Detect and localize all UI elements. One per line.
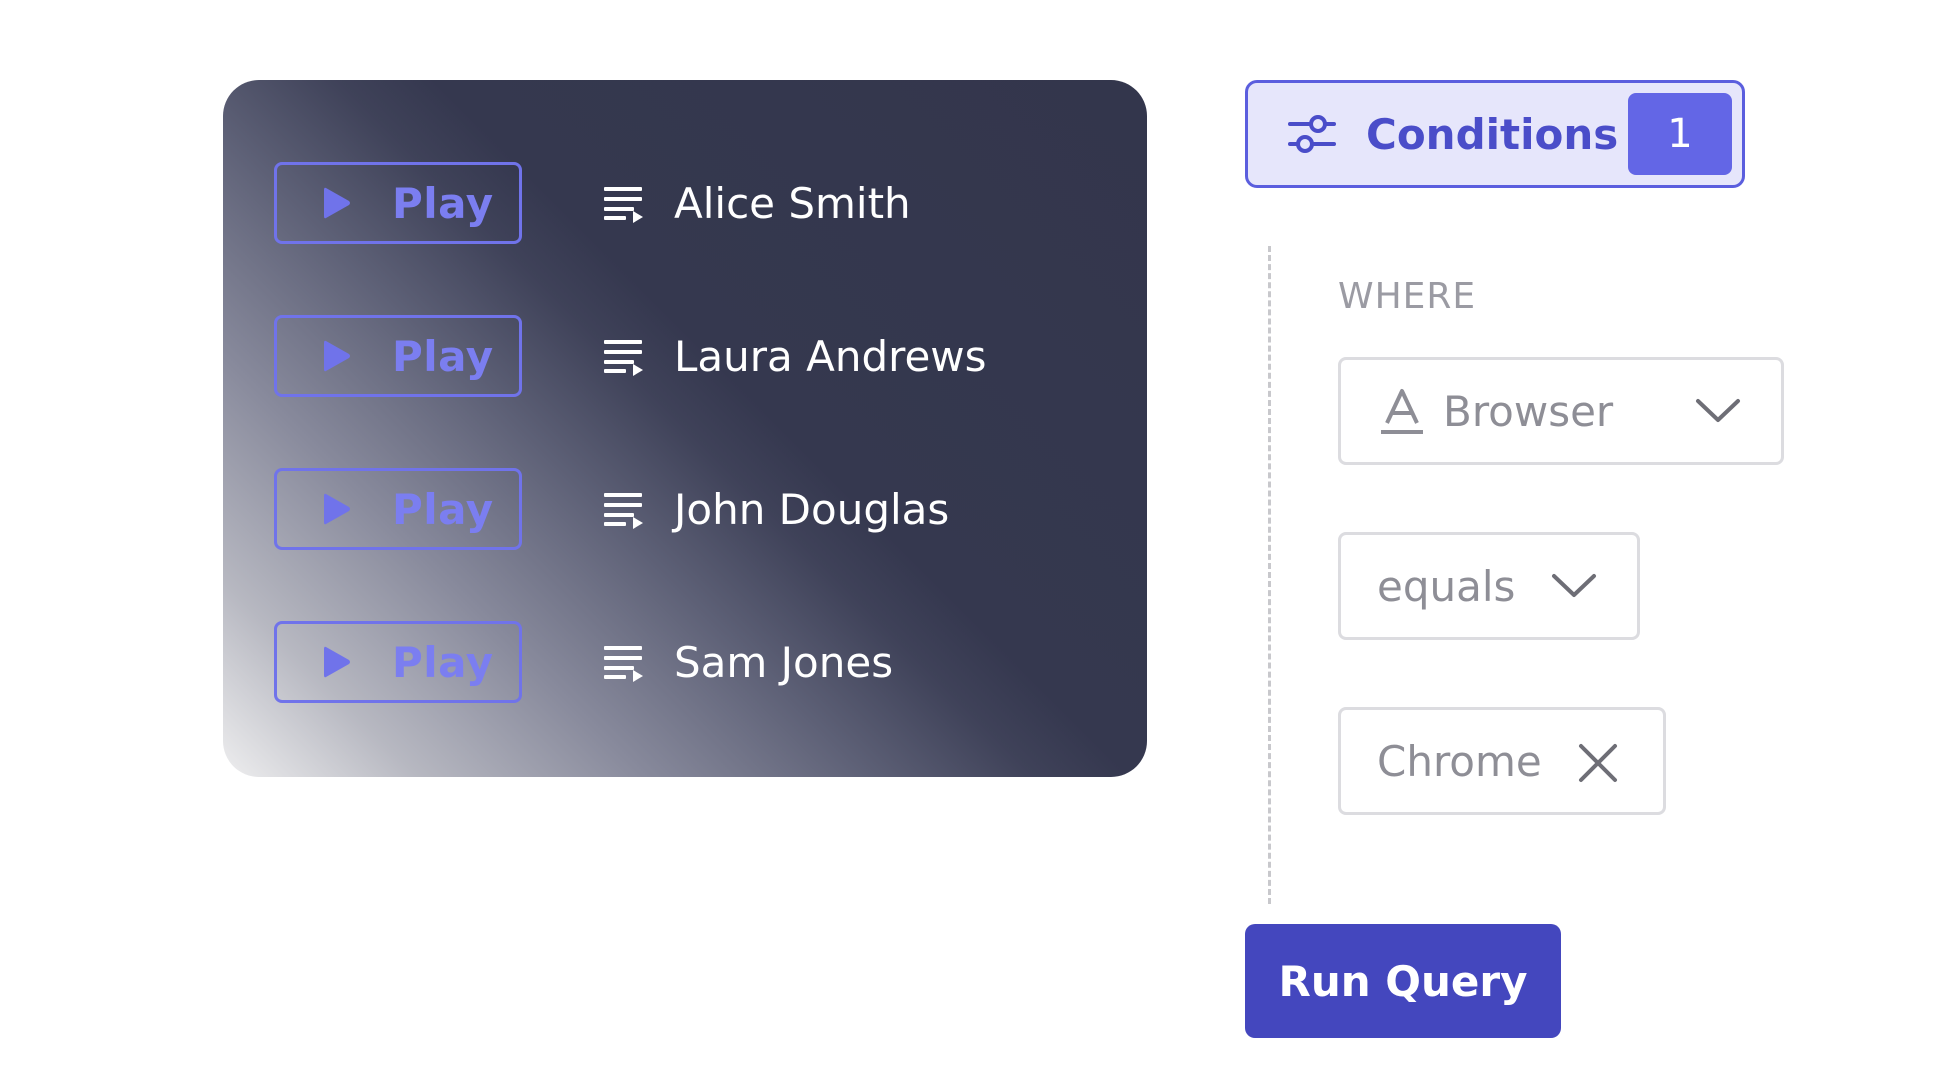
playlist-icon bbox=[604, 646, 643, 682]
operator-select[interactable]: equals bbox=[1338, 532, 1640, 640]
text-type-icon bbox=[1381, 389, 1423, 434]
run-query-button[interactable]: Run Query bbox=[1245, 924, 1561, 1038]
sliders-icon bbox=[1288, 115, 1336, 153]
property-select-value: Browser bbox=[1443, 386, 1614, 436]
play-button[interactable]: Play bbox=[274, 468, 522, 550]
list-item: Play Alice Smith bbox=[274, 162, 1094, 244]
play-button[interactable]: Play bbox=[274, 162, 522, 244]
play-label: Play bbox=[392, 331, 494, 381]
play-button[interactable]: Play bbox=[274, 621, 522, 703]
play-label: Play bbox=[392, 484, 494, 534]
chevron-down-icon bbox=[1552, 574, 1596, 597]
close-icon[interactable] bbox=[1577, 742, 1619, 784]
play-icon bbox=[324, 493, 350, 525]
session-user-name: John Douglas bbox=[674, 484, 950, 534]
list-item: Play Sam Jones bbox=[274, 621, 1094, 703]
playlist-icon bbox=[604, 493, 643, 529]
query-builder-screen: Play Alice Smith Play Laura Andrews Play… bbox=[0, 0, 1950, 1091]
property-select[interactable]: Browser bbox=[1338, 357, 1784, 465]
chevron-down-icon bbox=[1696, 399, 1740, 422]
operator-select-value: equals bbox=[1377, 561, 1516, 611]
value-chip: Chrome bbox=[1338, 707, 1666, 815]
where-label: WHERE bbox=[1338, 276, 1477, 317]
play-icon bbox=[324, 187, 350, 219]
play-button[interactable]: Play bbox=[274, 315, 522, 397]
value-chip-text: Chrome bbox=[1377, 736, 1542, 786]
playlist-icon bbox=[604, 340, 643, 376]
list-item: Play John Douglas bbox=[274, 468, 1094, 550]
play-label: Play bbox=[392, 637, 494, 687]
play-icon bbox=[324, 340, 350, 372]
conditions-label: Conditions bbox=[1366, 109, 1619, 159]
playlist-icon bbox=[604, 187, 643, 223]
conditions-count-badge: 1 bbox=[1628, 93, 1732, 175]
play-label: Play bbox=[392, 178, 494, 228]
session-user-name: Alice Smith bbox=[674, 178, 911, 228]
conditions-toggle-button[interactable]: Conditions 1 bbox=[1245, 80, 1745, 188]
session-user-name: Sam Jones bbox=[674, 637, 894, 687]
play-icon bbox=[324, 646, 350, 678]
condition-tree-connector bbox=[1268, 246, 1271, 904]
session-user-name: Laura Andrews bbox=[674, 331, 987, 381]
list-item: Play Laura Andrews bbox=[274, 315, 1094, 397]
sessions-list-card: Play Alice Smith Play Laura Andrews Play… bbox=[223, 80, 1147, 777]
